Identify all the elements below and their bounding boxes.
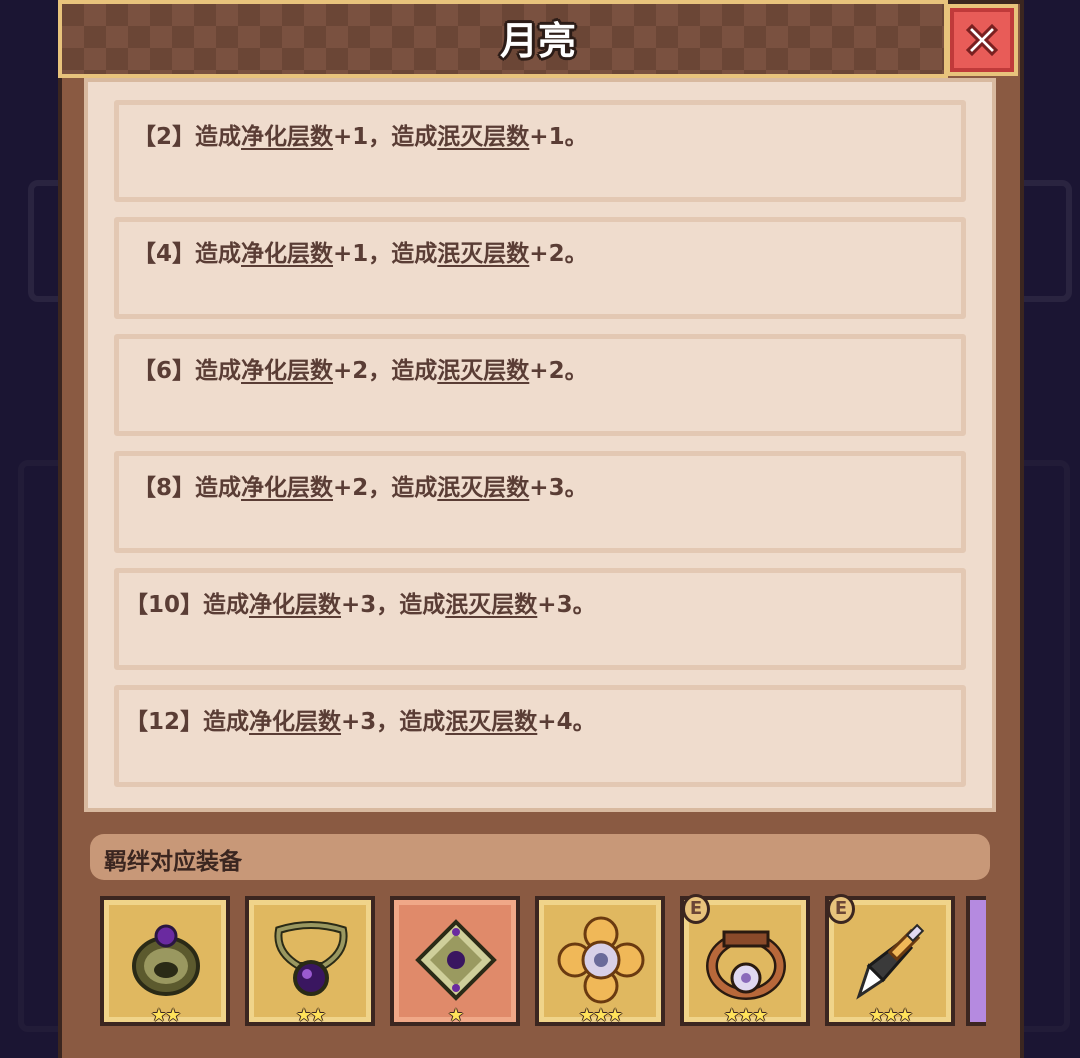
keyword-link[interactable]: 泯灭层数 bbox=[445, 592, 537, 618]
equipment-slot-partial[interactable] bbox=[966, 896, 986, 1026]
close-button[interactable] bbox=[946, 4, 1018, 76]
star-rating: ★★ bbox=[295, 1005, 326, 1026]
star-rating: ★★★ bbox=[578, 1005, 623, 1026]
equipment-section-label: 羁绊对应装备 bbox=[104, 849, 242, 875]
keyword-link[interactable]: 泯灭层数 bbox=[437, 475, 529, 501]
keyword-link[interactable]: 净化层数 bbox=[249, 592, 341, 618]
star-rating: ★ bbox=[447, 1005, 464, 1026]
keyword-link[interactable]: 泯灭层数 bbox=[445, 709, 537, 735]
equipment-slot-dagger[interactable]: E ★★★ bbox=[825, 894, 955, 1026]
star-rating: ★★★ bbox=[723, 1005, 768, 1026]
bond-tier-list[interactable]: 【2】造成净化层数+1，造成泯灭层数+1。 【4】造成净化层数+1，造成泯灭层数… bbox=[84, 78, 996, 812]
necklace-icon bbox=[274, 921, 348, 996]
bond-tier-text: 【12】造成净化层数+3，造成泯灭层数+4。 bbox=[125, 709, 596, 735]
equipment-section-header: 羁绊对应装备 bbox=[90, 834, 990, 880]
bond-tier-row: 【2】造成净化层数+1，造成泯灭层数+1。 bbox=[114, 100, 966, 202]
keyword-link[interactable]: 泯灭层数 bbox=[437, 241, 529, 267]
keyword-link[interactable]: 净化层数 bbox=[249, 709, 341, 735]
bond-tier-row: 【6】造成净化层数+2，造成泯灭层数+2。 bbox=[114, 334, 966, 436]
bracelet-icon bbox=[132, 924, 200, 996]
star-rating: ★★ bbox=[150, 1005, 181, 1026]
dialog-title: 月亮 bbox=[499, 19, 576, 63]
flower-brooch-icon bbox=[557, 916, 645, 1004]
bond-tier-row: 【4】造成净化层数+1，造成泯灭层数+2。 bbox=[114, 217, 966, 319]
keyword-link[interactable]: 净化层数 bbox=[241, 358, 333, 384]
keyword-link[interactable]: 泯灭层数 bbox=[437, 124, 529, 150]
star-rating: ★★★ bbox=[868, 1005, 913, 1026]
equipment-slot-ring[interactable]: E ★★★ bbox=[680, 894, 810, 1026]
bond-tier-text: 【8】造成净化层数+2，造成泯灭层数+3。 bbox=[133, 475, 588, 501]
keyword-link[interactable]: 泯灭层数 bbox=[437, 358, 529, 384]
bond-tier-text: 【4】造成净化层数+1，造成泯灭层数+2。 bbox=[133, 241, 588, 267]
ring-icon bbox=[706, 930, 786, 1000]
close-icon bbox=[965, 23, 999, 57]
bond-tier-row: 【8】造成净化层数+2，造成泯灭层数+3。 bbox=[114, 451, 966, 553]
bond-tier-text: 【2】造成净化层数+1，造成泯灭层数+1。 bbox=[133, 124, 588, 150]
bond-tier-row: 【10】造成净化层数+3，造成泯灭层数+3。 bbox=[114, 568, 966, 670]
keyword-link[interactable]: 净化层数 bbox=[241, 124, 333, 150]
bond-tier-row: 【12】造成净化层数+3，造成泯灭层数+4。 bbox=[114, 685, 966, 787]
equipment-slot-bracelet[interactable]: ★★ bbox=[100, 896, 230, 1026]
equipment-slot-brooch[interactable]: ★★★ bbox=[535, 896, 665, 1026]
equipped-badge: E bbox=[682, 894, 710, 924]
equipment-slot-necklace[interactable]: ★★ bbox=[245, 896, 375, 1026]
keyword-link[interactable]: 净化层数 bbox=[241, 241, 333, 267]
bond-tier-text: 【6】造成净化层数+2，造成泯灭层数+2。 bbox=[133, 358, 588, 384]
bond-tier-text: 【10】造成净化层数+3，造成泯灭层数+3。 bbox=[125, 592, 596, 618]
gem-icon bbox=[415, 919, 497, 1001]
keyword-link[interactable]: 净化层数 bbox=[241, 475, 333, 501]
equipment-slot-gem[interactable]: ★ bbox=[390, 896, 520, 1026]
equipped-badge: E bbox=[827, 894, 855, 924]
dagger-icon bbox=[856, 923, 925, 1000]
